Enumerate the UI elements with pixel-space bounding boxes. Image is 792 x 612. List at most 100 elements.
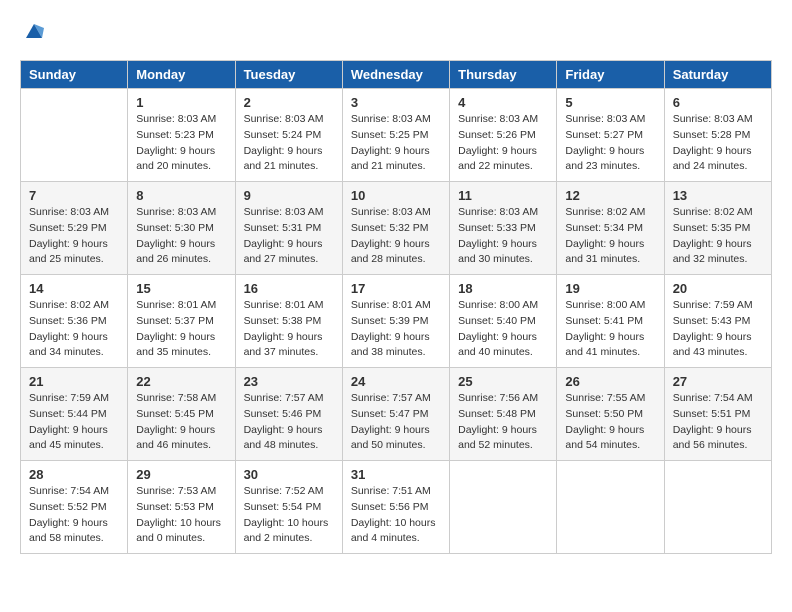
day-info: Sunrise: 8:03 AM Sunset: 5:32 PM Dayligh… [351,205,441,268]
day-number: 30 [244,467,334,482]
day-number: 23 [244,374,334,389]
week-row-0: 1 Sunrise: 8:03 AM Sunset: 5:23 PM Daylig… [21,89,772,182]
day-info: Sunrise: 7:55 AM Sunset: 5:50 PM Dayligh… [565,391,655,454]
calendar-cell: 27 Sunrise: 7:54 AM Sunset: 5:51 PM Dayli… [664,368,771,461]
calendar-cell: 30 Sunrise: 7:52 AM Sunset: 5:54 PM Dayli… [235,461,342,554]
day-info: Sunrise: 7:57 AM Sunset: 5:46 PM Dayligh… [244,391,334,454]
calendar-cell [450,461,557,554]
day-info: Sunrise: 8:03 AM Sunset: 5:24 PM Dayligh… [244,112,334,175]
logo [20,20,46,44]
day-info: Sunrise: 8:00 AM Sunset: 5:40 PM Dayligh… [458,298,548,361]
day-number: 7 [29,188,119,203]
calendar-cell: 13 Sunrise: 8:02 AM Sunset: 5:35 PM Dayli… [664,182,771,275]
day-number: 9 [244,188,334,203]
page-header [20,20,772,44]
calendar-cell: 16 Sunrise: 8:01 AM Sunset: 5:38 PM Dayli… [235,275,342,368]
day-number: 2 [244,95,334,110]
day-info: Sunrise: 7:56 AM Sunset: 5:48 PM Dayligh… [458,391,548,454]
calendar-cell: 11Sunrise: 8:03 AM Sunset: 5:33 PM Dayli… [450,182,557,275]
calendar-table: SundayMondayTuesdayWednesdayThursdayFrid… [20,60,772,554]
day-info: Sunrise: 7:58 AM Sunset: 5:45 PM Dayligh… [136,391,226,454]
day-info: Sunrise: 8:03 AM Sunset: 5:23 PM Dayligh… [136,112,226,175]
day-number: 6 [673,95,763,110]
day-info: Sunrise: 7:59 AM Sunset: 5:44 PM Dayligh… [29,391,119,454]
calendar-cell: 5Sunrise: 8:03 AM Sunset: 5:27 PM Daylig… [557,89,664,182]
day-number: 27 [673,374,763,389]
calendar-cell: 26Sunrise: 7:55 AM Sunset: 5:50 PM Dayli… [557,368,664,461]
calendar-cell: 18 Sunrise: 8:00 AM Sunset: 5:40 PM Dayli… [450,275,557,368]
column-header-wednesday: Wednesday [342,61,449,89]
logo-icon [22,20,46,44]
day-number: 24 [351,374,441,389]
day-info: Sunrise: 8:00 AM Sunset: 5:41 PM Dayligh… [565,298,655,361]
column-header-tuesday: Tuesday [235,61,342,89]
day-info: Sunrise: 8:01 AM Sunset: 5:37 PM Dayligh… [136,298,226,361]
calendar-cell: 29 Sunrise: 7:53 AM Sunset: 5:53 PM Dayli… [128,461,235,554]
day-number: 13 [673,188,763,203]
calendar-cell: 31 Sunrise: 7:51 AM Sunset: 5:56 PM Dayli… [342,461,449,554]
day-info: Sunrise: 8:03 AM Sunset: 5:28 PM Dayligh… [673,112,763,175]
day-info: Sunrise: 7:51 AM Sunset: 5:56 PM Dayligh… [351,484,441,547]
day-info: Sunrise: 8:03 AM Sunset: 5:30 PM Dayligh… [136,205,226,268]
day-info: Sunrise: 7:57 AM Sunset: 5:47 PM Dayligh… [351,391,441,454]
day-number: 10 [351,188,441,203]
day-info: Sunrise: 8:03 AM Sunset: 5:33 PM Dayligh… [458,205,548,268]
calendar-cell: 12Sunrise: 8:02 AM Sunset: 5:34 PM Dayli… [557,182,664,275]
day-info: Sunrise: 8:01 AM Sunset: 5:39 PM Dayligh… [351,298,441,361]
header-row: SundayMondayTuesdayWednesdayThursdayFrid… [21,61,772,89]
calendar-cell: 22 Sunrise: 7:58 AM Sunset: 5:45 PM Dayli… [128,368,235,461]
day-number: 21 [29,374,119,389]
column-header-saturday: Saturday [664,61,771,89]
day-number: 18 [458,281,548,296]
day-number: 16 [244,281,334,296]
day-number: 31 [351,467,441,482]
logo-text [20,20,46,44]
calendar-cell: 6 Sunrise: 8:03 AM Sunset: 5:28 PM Daylig… [664,89,771,182]
calendar-cell: 28 Sunrise: 7:54 AM Sunset: 5:52 PM Dayli… [21,461,128,554]
column-header-monday: Monday [128,61,235,89]
calendar-cell: 7 Sunrise: 8:03 AM Sunset: 5:29 PM Daylig… [21,182,128,275]
calendar-cell: 23 Sunrise: 7:57 AM Sunset: 5:46 PM Dayli… [235,368,342,461]
day-number: 19 [565,281,655,296]
column-header-sunday: Sunday [21,61,128,89]
calendar-cell: 19 Sunrise: 8:00 AM Sunset: 5:41 PM Dayli… [557,275,664,368]
column-header-thursday: Thursday [450,61,557,89]
day-info: Sunrise: 8:02 AM Sunset: 5:36 PM Dayligh… [29,298,119,361]
week-row-1: 7 Sunrise: 8:03 AM Sunset: 5:29 PM Daylig… [21,182,772,275]
column-header-friday: Friday [557,61,664,89]
day-info: Sunrise: 8:03 AM Sunset: 5:27 PM Dayligh… [565,112,655,175]
calendar-cell: 1 Sunrise: 8:03 AM Sunset: 5:23 PM Daylig… [128,89,235,182]
calendar-cell: 8 Sunrise: 8:03 AM Sunset: 5:30 PM Daylig… [128,182,235,275]
day-info: Sunrise: 8:03 AM Sunset: 5:29 PM Dayligh… [29,205,119,268]
day-info: Sunrise: 8:02 AM Sunset: 5:35 PM Dayligh… [673,205,763,268]
day-info: Sunrise: 7:54 AM Sunset: 5:52 PM Dayligh… [29,484,119,547]
calendar-cell: 14Sunrise: 8:02 AM Sunset: 5:36 PM Dayli… [21,275,128,368]
calendar-cell: 24 Sunrise: 7:57 AM Sunset: 5:47 PM Dayli… [342,368,449,461]
day-number: 22 [136,374,226,389]
day-info: Sunrise: 8:03 AM Sunset: 5:26 PM Dayligh… [458,112,548,175]
calendar-cell [21,89,128,182]
calendar-cell: 2 Sunrise: 8:03 AM Sunset: 5:24 PM Daylig… [235,89,342,182]
day-number: 25 [458,374,548,389]
calendar-cell: 10 Sunrise: 8:03 AM Sunset: 5:32 PM Dayli… [342,182,449,275]
day-info: Sunrise: 7:53 AM Sunset: 5:53 PM Dayligh… [136,484,226,547]
calendar-cell: 20Sunrise: 7:59 AM Sunset: 5:43 PM Dayli… [664,275,771,368]
calendar-cell: 4Sunrise: 8:03 AM Sunset: 5:26 PM Daylig… [450,89,557,182]
calendar-cell: 21 Sunrise: 7:59 AM Sunset: 5:44 PM Dayli… [21,368,128,461]
day-number: 3 [351,95,441,110]
day-number: 28 [29,467,119,482]
week-row-4: 28 Sunrise: 7:54 AM Sunset: 5:52 PM Dayli… [21,461,772,554]
day-number: 17 [351,281,441,296]
week-row-2: 14Sunrise: 8:02 AM Sunset: 5:36 PM Dayli… [21,275,772,368]
day-number: 29 [136,467,226,482]
day-info: Sunrise: 8:01 AM Sunset: 5:38 PM Dayligh… [244,298,334,361]
day-number: 20 [673,281,763,296]
day-number: 1 [136,95,226,110]
calendar-cell: 9Sunrise: 8:03 AM Sunset: 5:31 PM Daylig… [235,182,342,275]
calendar-cell: 3Sunrise: 8:03 AM Sunset: 5:25 PM Daylig… [342,89,449,182]
calendar-cell [557,461,664,554]
day-info: Sunrise: 7:52 AM Sunset: 5:54 PM Dayligh… [244,484,334,547]
day-number: 8 [136,188,226,203]
day-info: Sunrise: 7:54 AM Sunset: 5:51 PM Dayligh… [673,391,763,454]
calendar-cell: 25 Sunrise: 7:56 AM Sunset: 5:48 PM Dayli… [450,368,557,461]
